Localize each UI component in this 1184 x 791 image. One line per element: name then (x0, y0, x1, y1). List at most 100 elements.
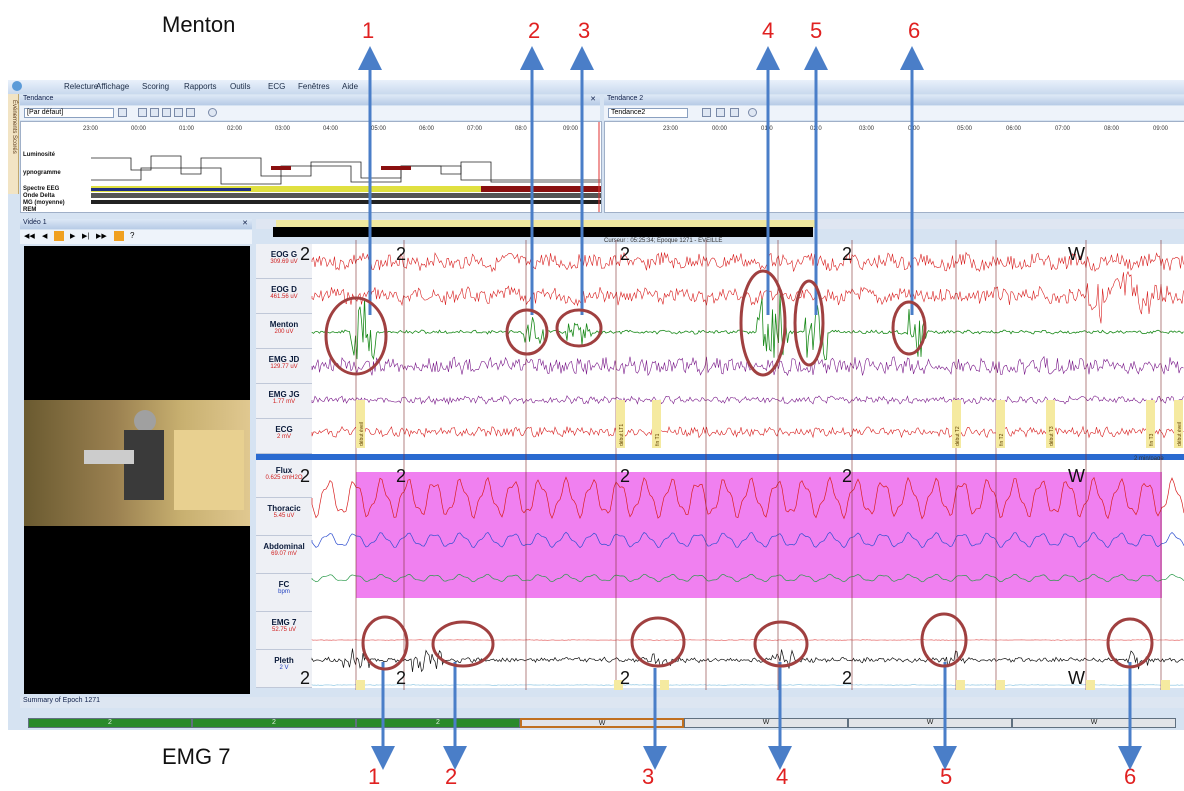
top-stage-label: W (1068, 244, 1085, 264)
top-number-5: 5 (810, 18, 823, 43)
trend1-preset-select[interactable]: [Par défaut] (24, 108, 114, 118)
top-stage-label: 2 (842, 244, 853, 264)
top-number-4: 4 (762, 18, 775, 43)
bottom-label: EMG 7 (162, 744, 231, 769)
event-bottom-tag[interactable] (356, 680, 365, 690)
trend1-layout-icon[interactable] (162, 108, 171, 117)
epoch-summary-cell[interactable]: 2 (28, 718, 192, 728)
trend-time-label: 05:00 (957, 126, 973, 132)
side-events-label: Événements Scorés (11, 100, 17, 154)
trend2-title: Tendance 2 (607, 95, 644, 102)
video-volume-icon[interactable] (114, 231, 124, 241)
trend-time-label: 03:00 (859, 126, 875, 132)
event-top-tag-label: début éveil (359, 422, 365, 446)
top-stage-label: 2 (396, 244, 407, 264)
mid-stage-label: 2 (842, 466, 853, 486)
trend2-header: Tendance 2 (604, 95, 1184, 105)
trend2-settings-icon[interactable] (730, 108, 739, 117)
mid-stage-label: 2 (620, 466, 631, 486)
side-events-tab[interactable]: Événements Scorés (8, 94, 19, 194)
trend1-dropdown-icon[interactable] (118, 108, 127, 117)
bed (174, 430, 244, 510)
epoch-summary-cell[interactable]: 2 (192, 718, 356, 728)
video-last-icon[interactable]: ▶▶ (96, 232, 107, 240)
bottom-stage-label: 2 (300, 668, 311, 688)
video-toolbar: ◀◀ ◀ ▶ ▶| ▶▶ ? (20, 230, 252, 244)
video-header: Vidéo 1 ✕ (20, 219, 252, 229)
app-window: Relecture Affichage Scoring Rapports Out… (8, 80, 1184, 730)
menu-outils[interactable]: Outils (230, 82, 250, 91)
mid-stage-label: 2 (300, 466, 311, 486)
trend1-title: Tendance (23, 95, 54, 102)
bottom-number-6: 6 (1124, 764, 1137, 789)
event-bottom-tag[interactable] (1086, 680, 1095, 690)
video-prev-icon[interactable]: ◀ (42, 232, 47, 240)
trend1-graph[interactable]: 23:00 00:00 01:00 02:00 03:00 04:00 05:00 06:00… (20, 121, 602, 213)
bottom-number-1: 1 (368, 764, 381, 789)
event-bottom-tag[interactable] (1161, 680, 1170, 690)
menu-ecg[interactable]: ECG (268, 82, 285, 91)
trend-time-label: 00:00 (712, 126, 728, 132)
video-pause-icon[interactable] (54, 231, 64, 241)
laptop-table (84, 450, 134, 464)
trend-time-label: 09:00 (1153, 126, 1169, 132)
trace-menton (311, 293, 1184, 361)
trend1-layout2-icon[interactable] (174, 108, 183, 117)
video-title: Vidéo 1 (23, 219, 47, 226)
mid-stage-label: 2 (396, 466, 407, 486)
epoch-summary-cell[interactable]: W (520, 718, 684, 728)
epoch-summary-cell[interactable]: W (848, 718, 1012, 728)
event-bottom-tag[interactable] (996, 680, 1005, 690)
event-top-tag-label: début T3 (1049, 426, 1055, 446)
trend1-settings-icon[interactable] (186, 108, 195, 117)
trend2-save-icon[interactable] (716, 108, 725, 117)
menu-relecture[interactable]: Relecture (64, 82, 98, 91)
trend2-graph[interactable]: 23:00 00:00 01:0 02:0 03:00 0:00 05:00 06:00 07:… (604, 121, 1184, 213)
video-close-icon[interactable]: ✕ (242, 219, 248, 227)
video-next-icon[interactable]: ▶| (82, 232, 89, 240)
event-top-tag-label: fin T2 (999, 433, 1005, 446)
event-bottom-tag[interactable] (660, 680, 669, 690)
bottom-stage-label: 2 (396, 668, 407, 688)
video-play-icon[interactable]: ▶ (70, 232, 75, 240)
video-frame[interactable] (24, 246, 250, 694)
trend1-close-icon[interactable]: ✕ (590, 95, 596, 103)
trend1-save-icon[interactable] (150, 108, 159, 117)
video-help-icon[interactable]: ? (130, 231, 134, 240)
trend2-print-icon[interactable] (702, 108, 711, 117)
mid-stage-label: W (1068, 466, 1085, 486)
top-label: Menton (162, 12, 236, 37)
menu-scoring[interactable]: Scoring (142, 82, 169, 91)
trend1-svg (91, 122, 601, 212)
trace-emg7 (311, 648, 1184, 673)
trend1-help-icon[interactable] (208, 108, 217, 117)
event-top-tag-label: début éveil (1177, 422, 1183, 446)
menu-fenetres[interactable]: Fenêtres (298, 82, 330, 91)
top-stage-label: 2 (300, 244, 311, 264)
top-number-2: 2 (528, 18, 541, 43)
video-first-icon[interactable]: ◀◀ (24, 232, 35, 240)
trace-pleth (311, 684, 1184, 686)
menu-affichage[interactable]: Affichage (96, 82, 129, 91)
blurred-face (134, 410, 156, 432)
menu-aide[interactable]: Aide (342, 82, 358, 91)
person-figure (124, 430, 164, 500)
trend2-preset-select[interactable]: Tendance2 (608, 108, 688, 118)
epoch-summary-cell[interactable]: W (1012, 718, 1176, 728)
trend1-print-icon[interactable] (138, 108, 147, 117)
trace-emg-jd (311, 355, 1184, 377)
top-number-6: 6 (908, 18, 921, 43)
top-stage-label: 2 (620, 244, 631, 264)
trend-time-label: 08:00 (1104, 126, 1120, 132)
menu-rapports[interactable]: Rapports (184, 82, 216, 91)
video-image (24, 400, 250, 526)
epoch-summary-cell[interactable]: W (684, 718, 848, 728)
event-bottom-tag[interactable] (956, 680, 965, 690)
trend2-help-icon[interactable] (748, 108, 757, 117)
epoch-summary-cell[interactable]: 2 (356, 718, 520, 728)
top-number-3: 3 (578, 18, 591, 43)
app-logo-icon[interactable] (12, 81, 22, 91)
bottom-number-4: 4 (776, 764, 789, 789)
summary-title: Summary of Epoch 1271 (23, 697, 101, 704)
trace-eog-d (311, 270, 1184, 324)
